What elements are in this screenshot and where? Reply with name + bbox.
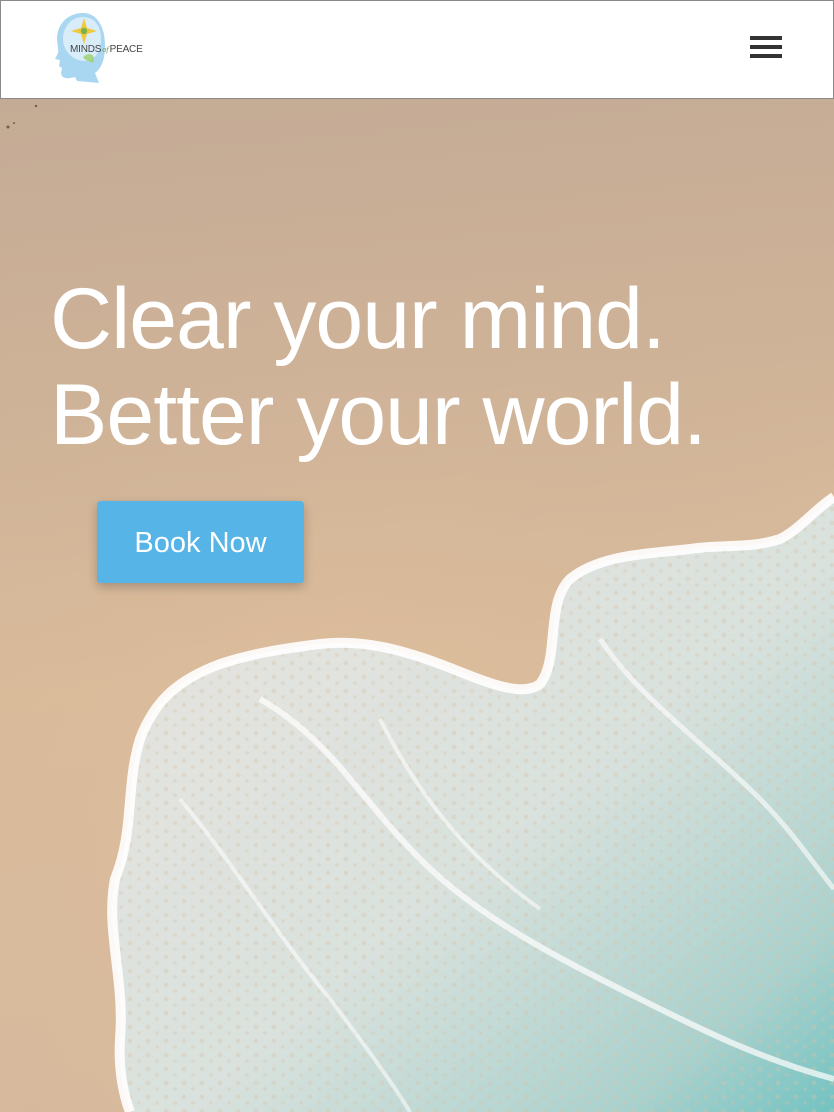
hamburger-bar xyxy=(750,36,782,40)
logo-wordmark: MINDSofPEACE xyxy=(70,44,143,55)
headline-line-1: Clear your mind. xyxy=(50,271,666,367)
beach-background xyxy=(0,99,834,1112)
book-now-button[interactable]: Book Now xyxy=(97,501,304,583)
logo-word-minds: MINDS xyxy=(70,44,102,55)
hamburger-bar xyxy=(750,54,782,58)
site-logo[interactable]: MINDSofPEACE xyxy=(53,11,147,83)
logo-word-of: of xyxy=(102,46,109,54)
headline-line-2: Better your world. xyxy=(50,367,707,463)
hamburger-bar xyxy=(750,45,782,49)
hero-section: Clear your mind. Better your world. Book… xyxy=(0,99,834,1112)
hamburger-icon[interactable] xyxy=(750,36,782,60)
logo-word-peace: PEACE xyxy=(109,44,143,55)
hero-headline: Clear your mind. Better your world. xyxy=(50,271,810,463)
site-header: MINDSofPEACE xyxy=(0,0,834,99)
page: MINDSofPEACE Clear your mind. Better you… xyxy=(0,0,834,1112)
